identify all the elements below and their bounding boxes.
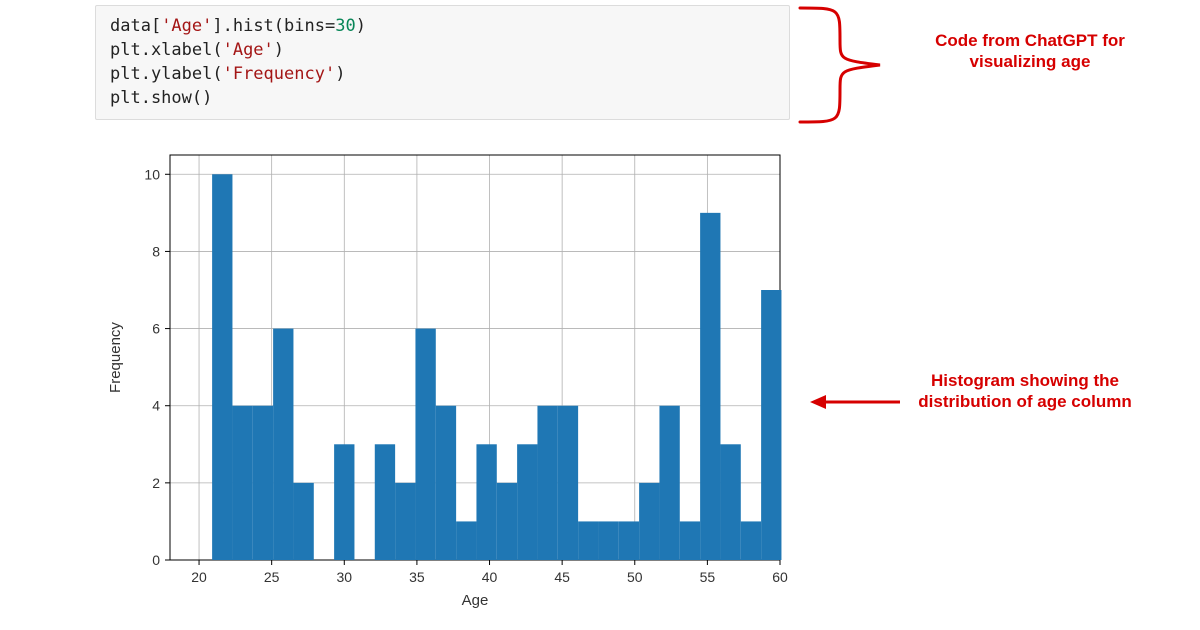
hist-bar xyxy=(395,483,415,560)
hist-bar xyxy=(598,521,618,560)
hist-bar xyxy=(415,329,435,560)
x-tick-label: 45 xyxy=(554,569,570,585)
hist-bar xyxy=(497,483,517,560)
hist-bar xyxy=(761,290,781,560)
code-line-1: data['Age'].hist(bins=30) xyxy=(110,16,366,36)
x-tick-label: 50 xyxy=(627,569,643,585)
x-tick-label: 20 xyxy=(191,569,207,585)
hist-bar xyxy=(253,406,273,560)
hist-bar xyxy=(517,444,537,560)
hist-bar xyxy=(334,444,354,560)
y-tick-label: 2 xyxy=(152,475,160,491)
x-axis-label: Age xyxy=(462,592,489,609)
x-tick-label: 40 xyxy=(482,569,498,585)
histogram-chart: 20 25 30 35 40 45 50 55 60 0 2 4 6 8 10 Frequency Age xyxy=(95,140,790,610)
arrow-left-icon xyxy=(810,392,900,412)
hist-bar xyxy=(476,444,496,560)
x-tick-label: 25 xyxy=(264,569,280,585)
hist-bar xyxy=(700,213,720,560)
code-line-2: plt.xlabel('Age') xyxy=(110,40,284,60)
code-line-4: plt.show() xyxy=(110,88,212,108)
x-tick-label: 30 xyxy=(336,569,352,585)
y-tick-label: 6 xyxy=(152,321,160,337)
hist-bar xyxy=(273,329,293,560)
hist-bar xyxy=(619,521,639,560)
hist-bar xyxy=(293,483,313,560)
hist-bar xyxy=(578,521,598,560)
hist-bar xyxy=(375,444,395,560)
x-tick-label: 35 xyxy=(409,569,425,585)
annotation-code: Code from ChatGPT for visualizing age xyxy=(905,30,1155,73)
y-tick-label: 10 xyxy=(144,166,160,182)
y-tick-label: 4 xyxy=(152,398,160,414)
code-line-3: plt.ylabel('Frequency') xyxy=(110,64,345,84)
annotation-histogram: Histogram showing the distribution of ag… xyxy=(895,370,1155,413)
y-tick-label: 0 xyxy=(152,552,160,568)
x-tick-label: 60 xyxy=(772,569,788,585)
hist-bar xyxy=(680,521,700,560)
hist-bar xyxy=(659,406,679,560)
hist-bar xyxy=(639,483,659,560)
hist-bar xyxy=(558,406,578,560)
hist-bar xyxy=(537,406,557,560)
hist-bar xyxy=(720,444,740,560)
y-tick-label: 8 xyxy=(152,243,160,259)
x-tick-label: 55 xyxy=(700,569,716,585)
code-cell: data['Age'].hist(bins=30) plt.xlabel('Ag… xyxy=(95,5,790,120)
brace-icon xyxy=(795,0,900,130)
hist-bar xyxy=(456,521,476,560)
hist-bar xyxy=(212,174,232,560)
y-axis-label: Frequency xyxy=(107,322,124,393)
hist-bar xyxy=(232,406,252,560)
hist-bar xyxy=(741,521,761,560)
hist-bar xyxy=(436,406,456,560)
